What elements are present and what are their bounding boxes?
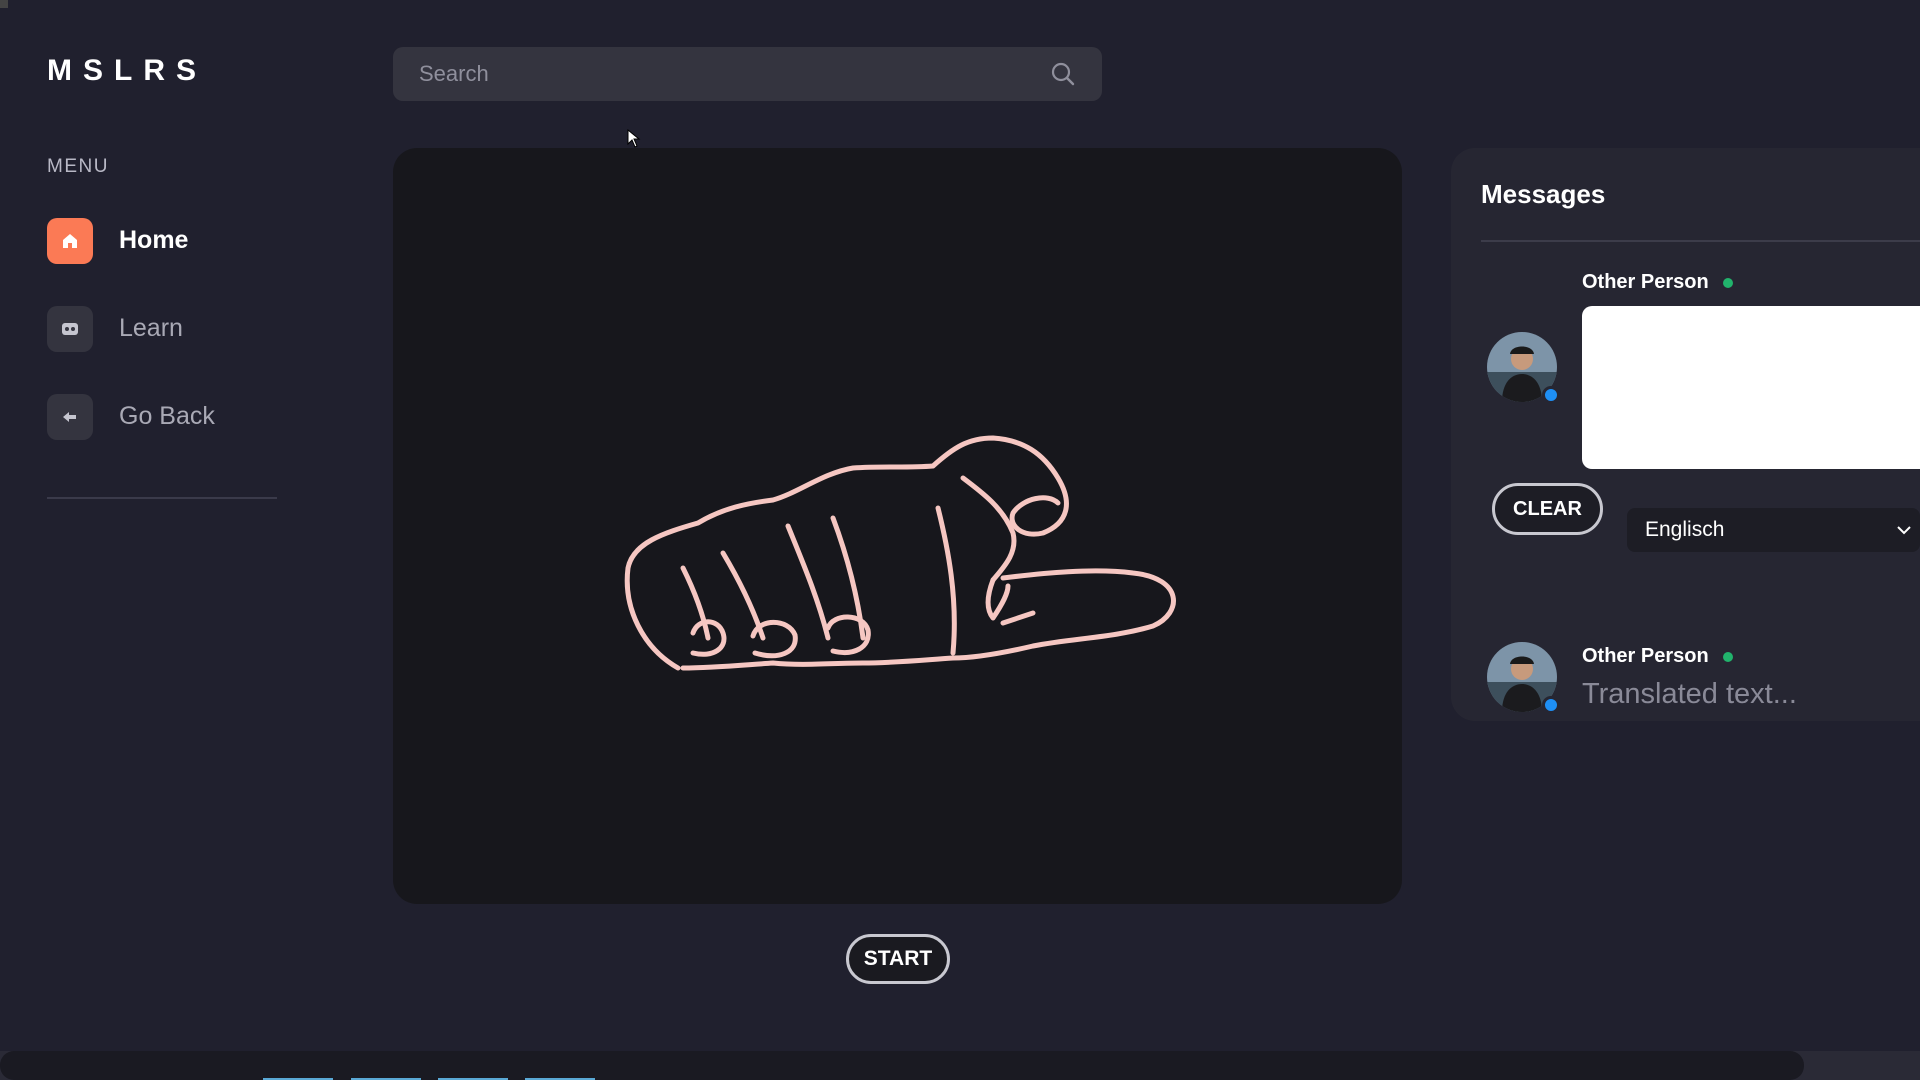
chevron-down-icon — [1897, 526, 1911, 535]
app-logo: MSLRS — [47, 54, 207, 87]
sidebar-item-label: Learn — [119, 314, 183, 342]
message-sender: Other Person — [1582, 271, 1733, 294]
scrollbar-thumb[interactable] — [0, 1051, 1804, 1080]
status-badge — [1542, 386, 1560, 404]
video-feed — [393, 148, 1402, 904]
horizontal-scrollbar[interactable] — [0, 1051, 1920, 1080]
sidebar-item-go-back[interactable]: Go Back — [47, 393, 215, 440]
start-button[interactable]: START — [846, 934, 950, 984]
message-sender: Other Person — [1582, 645, 1733, 668]
messages-panel: Messages Other Person CLEAR Englisch Oth… — [1451, 148, 1920, 721]
message-input[interactable] — [1582, 306, 1920, 469]
robot-icon — [47, 305, 93, 352]
sidebar-item-label: Home — [119, 226, 189, 254]
search-input[interactable]: Search — [419, 61, 1050, 87]
menu-heading: MENU — [47, 156, 109, 177]
search-icon[interactable] — [1050, 61, 1076, 87]
search-bar[interactable]: Search — [393, 47, 1102, 101]
home-icon — [47, 217, 93, 264]
window-corner — [0, 0, 8, 8]
hand-sketch-icon — [624, 435, 1176, 671]
language-selected: Englisch — [1645, 518, 1725, 541]
clear-button[interactable]: CLEAR — [1492, 483, 1603, 535]
online-indicator — [1722, 651, 1733, 662]
online-indicator — [1722, 277, 1733, 288]
sidebar-item-learn[interactable]: Learn — [47, 305, 183, 352]
avatar[interactable] — [1487, 332, 1560, 404]
status-badge — [1542, 696, 1560, 714]
sender-name: Other Person — [1582, 645, 1709, 667]
mouse-cursor-icon — [627, 129, 641, 148]
messages-divider — [1481, 240, 1920, 242]
sidebar-item-home[interactable]: Home — [47, 217, 188, 264]
sidebar-item-label: Go Back — [119, 402, 215, 430]
sidebar-divider — [47, 497, 277, 499]
avatar[interactable] — [1487, 642, 1560, 714]
arrow-left-icon — [47, 393, 93, 440]
sender-name: Other Person — [1582, 271, 1709, 293]
messages-title: Messages — [1481, 179, 1606, 209]
translated-text: Translated text... — [1582, 678, 1797, 710]
language-select[interactable]: Englisch — [1627, 508, 1920, 552]
